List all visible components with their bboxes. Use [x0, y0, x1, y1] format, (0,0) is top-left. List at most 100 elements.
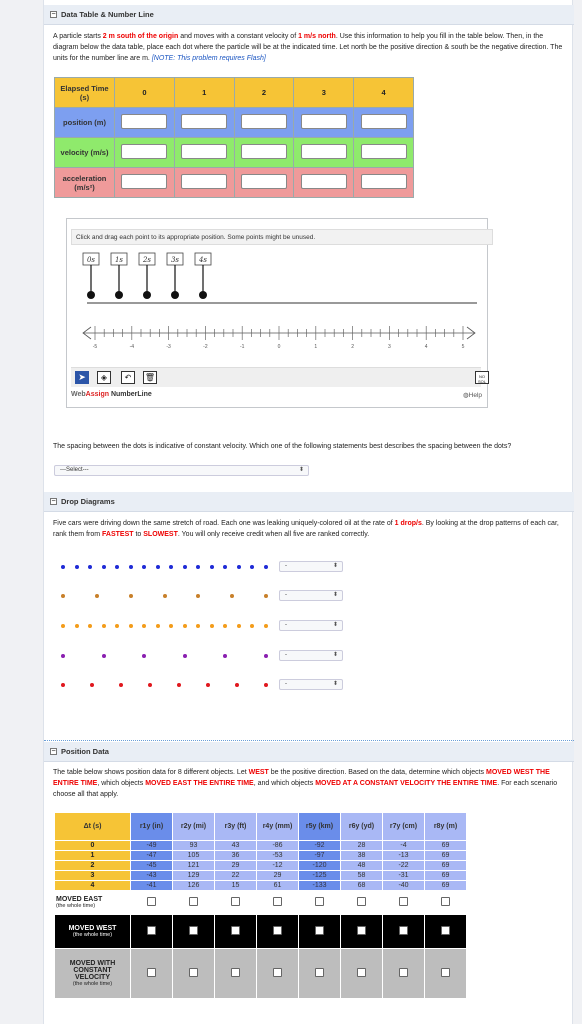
west-checkbox[interactable] — [147, 926, 156, 935]
rank-select[interactable]: - ⬍ — [279, 650, 343, 661]
trash-icon[interactable]: 🗑 — [143, 371, 157, 384]
data-cell: -53 — [256, 850, 299, 861]
data-cell: -133 — [298, 880, 341, 891]
data-cell: 69 — [424, 840, 467, 851]
east-checkbox[interactable] — [231, 897, 240, 906]
label-0s: 0s — [87, 256, 95, 264]
constant-checkbox[interactable] — [147, 968, 156, 977]
west-checkbox[interactable] — [357, 926, 366, 935]
draggable-point-4s[interactable] — [199, 291, 207, 299]
draggable-point-3s[interactable] — [171, 291, 179, 299]
constant-checkbox[interactable] — [399, 968, 408, 977]
table-row: 4 -41 126 15 61 -133 68 -40 69 — [54, 880, 467, 891]
position-data-text: The table below shows position data for … — [53, 769, 558, 798]
axis-tick-label: 4 — [425, 344, 428, 350]
eraser-icon[interactable]: ◈ — [97, 371, 111, 384]
pointer-tool-icon[interactable]: ➤ — [75, 371, 89, 384]
data-cell: -22 — [382, 860, 425, 871]
constant-checkbox[interactable] — [273, 968, 282, 977]
west-checkbox[interactable] — [315, 926, 324, 935]
oil-drop — [209, 565, 214, 569]
position-input[interactable] — [360, 114, 407, 129]
velocity-input[interactable] — [121, 144, 168, 159]
velocity-input[interactable] — [300, 144, 347, 159]
oil-drop — [209, 624, 214, 628]
rank-select[interactable]: - ⬍ — [279, 561, 343, 572]
constant-checkbox[interactable] — [315, 968, 324, 977]
drops-text: Five cars were driving down the same str… — [53, 520, 559, 538]
draggable-point-1s[interactable] — [115, 291, 123, 299]
time-cell: 1 — [54, 850, 131, 861]
oil-drop — [169, 624, 174, 628]
oil-drop — [94, 594, 99, 598]
acceleration-input[interactable] — [181, 174, 228, 189]
data-cell: 129 — [172, 870, 215, 881]
west-checkbox[interactable] — [441, 926, 450, 935]
time-cell: 3 — [54, 870, 131, 881]
rank-select[interactable]: - ⬍ — [279, 679, 343, 690]
velocity-input[interactable] — [360, 144, 407, 159]
east-checkbox[interactable] — [357, 897, 366, 906]
east-checkbox[interactable] — [273, 897, 282, 906]
west-checkbox[interactable] — [273, 926, 282, 935]
section-header-data-table[interactable]: − Data Table & Number Line — [44, 5, 574, 25]
object-header: r3y (ft) — [214, 812, 257, 841]
constant-checkbox[interactable] — [231, 968, 240, 977]
section-title: Drop Diagrams — [61, 497, 115, 506]
axis-tick-label: 0 — [278, 344, 281, 350]
time-cell: 1 — [173, 77, 235, 108]
time-cell: 2 — [233, 77, 295, 108]
position-input[interactable] — [181, 114, 228, 129]
position-input[interactable] — [240, 114, 287, 129]
data-cell: -43 — [130, 870, 173, 881]
oil-drop — [101, 624, 106, 628]
label-1s: 1s — [115, 256, 123, 264]
oil-drop — [142, 654, 147, 658]
data-cell: -47 — [130, 850, 173, 861]
collapse-icon[interactable]: − — [50, 498, 57, 505]
spacing-select[interactable]: ---Select--- ⬍ — [54, 465, 309, 476]
constant-checkbox[interactable] — [441, 968, 450, 977]
east-checkbox[interactable] — [315, 897, 324, 906]
collapse-icon[interactable]: − — [50, 11, 57, 18]
rank-select[interactable]: - ⬍ — [279, 590, 343, 601]
oil-drop — [196, 594, 201, 598]
acceleration-input[interactable] — [240, 174, 287, 189]
data-cell: 69 — [424, 860, 467, 871]
east-checkbox[interactable] — [147, 897, 156, 906]
help-link[interactable]: ◍Help — [463, 391, 482, 399]
acceleration-input[interactable] — [360, 174, 407, 189]
rank-select[interactable]: - ⬍ — [279, 620, 343, 631]
east-checkbox[interactable] — [441, 897, 450, 906]
time-cell: 4 — [353, 77, 414, 108]
data-cell: -12 — [256, 860, 299, 871]
section-header-drop-diagrams[interactable]: − Drop Diagrams — [44, 492, 574, 512]
east-checkbox[interactable] — [399, 897, 408, 906]
oil-drop — [196, 565, 201, 569]
draggable-point-0s[interactable] — [87, 291, 95, 299]
data-cell: 69 — [424, 880, 467, 891]
west-checkbox[interactable] — [231, 926, 240, 935]
velocity-input[interactable] — [240, 144, 287, 159]
toolbar: ➤ ◈ ↶ 🗑 NO SOL — [71, 367, 489, 387]
position-input[interactable] — [121, 114, 168, 129]
numberline-applet[interactable]: Click and drag each point to its appropr… — [66, 218, 493, 408]
oil-drop — [142, 624, 147, 628]
constant-checkbox[interactable] — [357, 968, 366, 977]
no-solution-button[interactable]: NO SOL — [475, 371, 489, 384]
east-checkbox[interactable] — [189, 897, 198, 906]
draggable-point-2s[interactable] — [143, 291, 151, 299]
west-checkbox[interactable] — [399, 926, 408, 935]
constant-checkbox[interactable] — [189, 968, 198, 977]
velocity-input[interactable] — [181, 144, 228, 159]
acceleration-input[interactable] — [121, 174, 168, 189]
undo-icon[interactable]: ↶ — [121, 371, 135, 384]
west-checkbox[interactable] — [189, 926, 198, 935]
intro-text: A particle starts 2 m south of the origi… — [53, 33, 563, 62]
collapse-icon[interactable]: − — [50, 748, 57, 755]
position-input[interactable] — [300, 114, 347, 129]
acceleration-input[interactable] — [300, 174, 347, 189]
section-header-position-data[interactable]: − Position Data — [44, 742, 574, 762]
data-cell: 36 — [214, 850, 257, 861]
chevron-down-icon: ⬍ — [332, 563, 338, 569]
